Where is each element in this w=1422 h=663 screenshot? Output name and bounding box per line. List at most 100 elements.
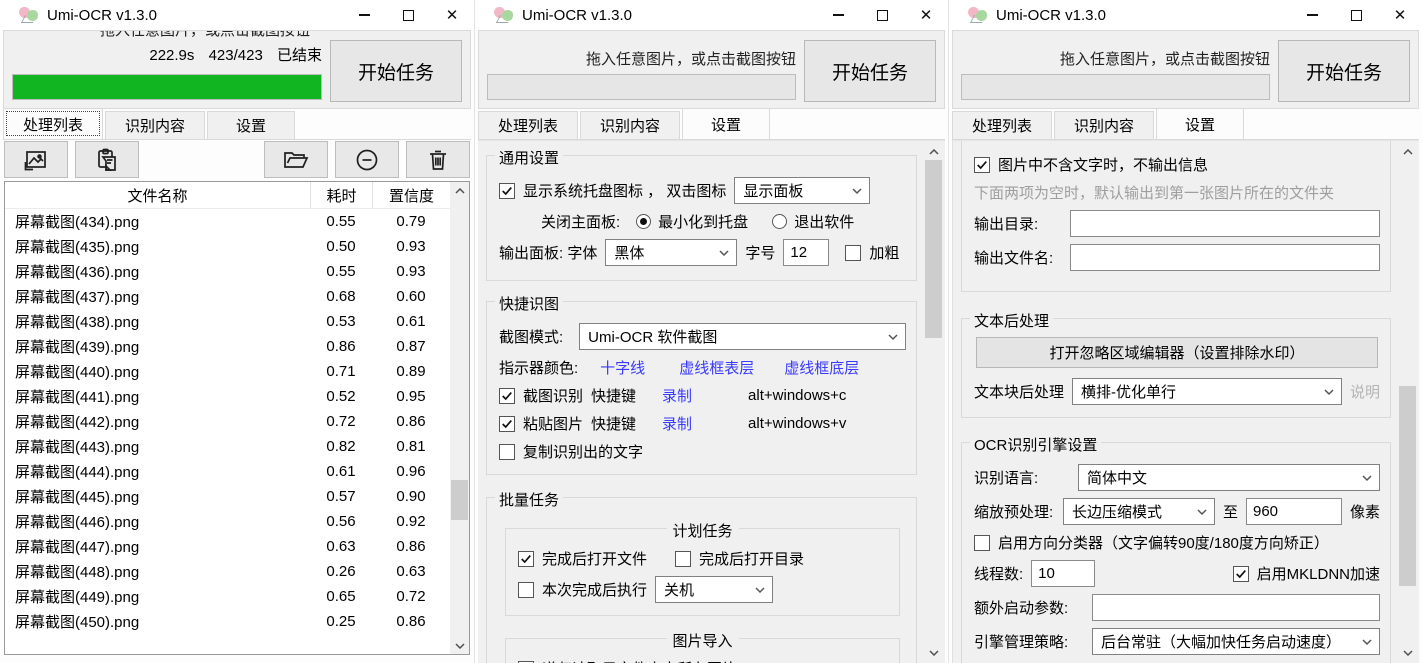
tray-icon-checkbox[interactable] bbox=[499, 183, 515, 199]
dashed-box-bottom-color-link[interactable]: 虚线框底层 bbox=[784, 357, 859, 378]
table-row[interactable]: 屏幕截图(438).png0.530.61 bbox=[5, 309, 450, 334]
table-row[interactable]: 屏幕截图(440).png0.710.89 bbox=[5, 359, 450, 384]
extra-args-input[interactable] bbox=[1092, 594, 1380, 621]
table-row[interactable]: 屏幕截图(446).png0.560.92 bbox=[5, 509, 450, 534]
start-task-button[interactable]: 开始任务 bbox=[330, 40, 462, 102]
font-size-input[interactable] bbox=[783, 239, 829, 266]
table-row[interactable]: 屏幕截图(444).png0.610.96 bbox=[5, 459, 450, 484]
settings-scrollbar[interactable] bbox=[1398, 143, 1417, 661]
scroll-thumb[interactable] bbox=[451, 480, 468, 520]
table-row[interactable]: 屏幕截图(434).png0.550.79 bbox=[5, 209, 450, 234]
tab-settings[interactable]: 设置 bbox=[682, 108, 770, 139]
table-row[interactable]: 屏幕截图(435).png0.500.93 bbox=[5, 234, 450, 259]
minimize-button[interactable] bbox=[342, 0, 386, 30]
maximize-button[interactable] bbox=[386, 0, 430, 30]
minimize-to-tray-radio[interactable] bbox=[636, 214, 651, 229]
tab-settings[interactable]: 设置 bbox=[1156, 108, 1244, 139]
font-select[interactable]: 黑体 bbox=[605, 239, 737, 266]
settings-scrollbar[interactable] bbox=[924, 143, 943, 661]
table-row[interactable]: 屏幕截图(445).png0.570.90 bbox=[5, 484, 450, 509]
tab-recognized-content[interactable]: 识别内容 bbox=[580, 111, 680, 139]
open-dir-after-checkbox[interactable] bbox=[675, 551, 691, 567]
after-action-select[interactable]: 关机 bbox=[655, 576, 773, 603]
close-button[interactable]: ✕ bbox=[430, 0, 474, 30]
no-text-no-output-checkbox[interactable] bbox=[974, 157, 990, 173]
close-button[interactable]: ✕ bbox=[1378, 0, 1422, 30]
table-row[interactable]: 屏幕截图(443).png0.820.81 bbox=[5, 434, 450, 459]
table-row[interactable]: 屏幕截图(442).png0.720.86 bbox=[5, 409, 450, 434]
column-time-cost[interactable]: 耗时 bbox=[310, 182, 372, 208]
table-row[interactable]: 屏幕截图(441).png0.520.95 bbox=[5, 384, 450, 409]
close-button[interactable]: ✕ bbox=[904, 0, 948, 30]
tab-process-list[interactable]: 处理列表 bbox=[952, 111, 1052, 139]
run-after-finish-checkbox[interactable] bbox=[518, 582, 534, 598]
table-row[interactable]: 屏幕截图(436).png0.550.93 bbox=[5, 259, 450, 284]
crosshair-color-link[interactable]: 十字线 bbox=[600, 357, 645, 378]
remove-item-button[interactable] bbox=[335, 141, 399, 178]
block-postprocess-select[interactable]: 横排-优化单行 bbox=[1072, 378, 1342, 405]
table-row[interactable]: 屏幕截图(450).png0.250.86 bbox=[5, 609, 450, 634]
tray-action-select[interactable]: 显示面板 bbox=[734, 177, 870, 204]
titlebar[interactable]: Umi-OCR v1.3.0 ✕ bbox=[475, 0, 948, 30]
scroll-down-icon[interactable] bbox=[1398, 644, 1417, 661]
drop-area[interactable]: 拖入任意图片，或点击截图按钮 开始任务 bbox=[478, 30, 945, 109]
drop-area[interactable]: 拖入任意图片，或点击截图按钮 开始任务 bbox=[952, 30, 1419, 109]
scroll-down-icon[interactable] bbox=[450, 637, 469, 654]
maximize-button[interactable] bbox=[860, 0, 904, 30]
exit-app-radio[interactable] bbox=[772, 214, 787, 229]
table-row[interactable]: 屏幕截图(437).png0.680.60 bbox=[5, 284, 450, 309]
table-header[interactable]: 文件名称 耗时 置信度 bbox=[5, 182, 450, 209]
table-row[interactable]: 屏幕截图(449).png0.650.72 bbox=[5, 584, 450, 609]
start-task-button[interactable]: 开始任务 bbox=[804, 40, 936, 102]
scroll-up-icon[interactable] bbox=[924, 143, 943, 160]
titlebar[interactable]: Umi-OCR v1.3.0 ✕ bbox=[949, 0, 1422, 30]
direction-classifier-checkbox[interactable] bbox=[974, 535, 990, 551]
scroll-thumb[interactable] bbox=[1399, 386, 1416, 586]
scroll-up-icon[interactable] bbox=[450, 182, 469, 199]
tab-settings[interactable]: 设置 bbox=[207, 111, 295, 139]
scale-mode-select[interactable]: 长边压缩模式 bbox=[1063, 498, 1215, 525]
minimize-button[interactable] bbox=[816, 0, 860, 30]
column-file-name[interactable]: 文件名称 bbox=[5, 185, 310, 206]
tab-process-list[interactable]: 处理列表 bbox=[3, 108, 103, 139]
threads-input[interactable] bbox=[1031, 560, 1095, 587]
scale-pixels-input[interactable] bbox=[1246, 498, 1342, 525]
table-scrollbar[interactable] bbox=[450, 182, 469, 654]
tab-process-list[interactable]: 处理列表 bbox=[478, 111, 578, 139]
scroll-up-icon[interactable] bbox=[1398, 143, 1417, 160]
engine-strategy-select[interactable]: 后台常驻（大幅加快任务启动速度） bbox=[1092, 628, 1380, 655]
record-hotkey-link[interactable]: 录制 bbox=[662, 413, 692, 434]
scroll-thumb[interactable] bbox=[925, 160, 942, 338]
open-file-after-checkbox[interactable] bbox=[518, 551, 534, 567]
column-confidence[interactable]: 置信度 bbox=[372, 182, 450, 208]
minimize-button[interactable] bbox=[1290, 0, 1334, 30]
titlebar[interactable]: Umi-OCR v1.3.0 ✕ bbox=[0, 0, 474, 30]
clear-list-button[interactable] bbox=[406, 141, 470, 178]
maximize-button[interactable] bbox=[1334, 0, 1378, 30]
tab-recognized-content[interactable]: 识别内容 bbox=[105, 111, 205, 139]
copy-result-checkbox[interactable] bbox=[499, 444, 515, 460]
screenshot-button[interactable] bbox=[4, 141, 68, 178]
capture-ocr-checkbox[interactable] bbox=[499, 388, 515, 404]
paste-image-button[interactable] bbox=[75, 141, 139, 178]
table-row[interactable]: 屏幕截图(448).png0.260.63 bbox=[5, 559, 450, 584]
table-row[interactable]: 屏幕截图(447).png0.630.86 bbox=[5, 534, 450, 559]
ocr-language-select[interactable]: 简体中文 bbox=[1078, 464, 1380, 491]
mkldnn-checkbox[interactable] bbox=[1233, 566, 1249, 582]
tab-recognized-content[interactable]: 识别内容 bbox=[1054, 111, 1154, 139]
scroll-down-icon[interactable] bbox=[924, 644, 943, 661]
paste-image-checkbox[interactable] bbox=[499, 416, 515, 432]
dashed-box-top-color-link[interactable]: 虚线框表层 bbox=[679, 357, 754, 378]
output-dir-input[interactable] bbox=[1070, 210, 1380, 237]
bold-checkbox[interactable] bbox=[845, 245, 861, 261]
drop-area[interactable]: 拖入任意图片，或点击截图按钮 222.9s 423/423 已结束 开始任务 bbox=[3, 30, 471, 109]
capture-mode-select[interactable]: Umi-OCR 软件截图 bbox=[579, 323, 906, 350]
table-row[interactable]: 屏幕截图(439).png0.860.87 bbox=[5, 334, 450, 359]
help-link[interactable]: 说明 bbox=[1350, 381, 1380, 402]
output-filename-input[interactable] bbox=[1070, 244, 1380, 271]
record-hotkey-link[interactable]: 录制 bbox=[662, 385, 692, 406]
file-time: 0.55 bbox=[310, 263, 372, 280]
ignore-area-editor-button[interactable]: 打开忽略区域编辑器（设置排除水印） bbox=[976, 337, 1378, 368]
open-folder-button[interactable] bbox=[264, 141, 328, 178]
start-task-button[interactable]: 开始任务 bbox=[1278, 40, 1410, 102]
